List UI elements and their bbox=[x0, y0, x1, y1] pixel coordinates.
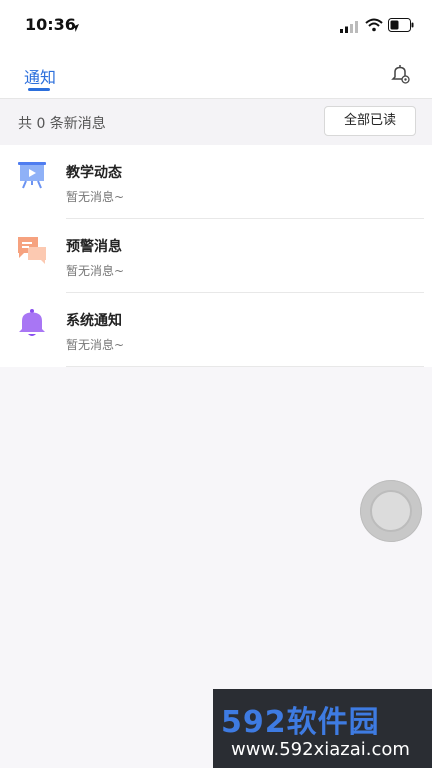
summary-bar: 共 0 条新消息 全部已读 bbox=[0, 99, 432, 145]
cellular-signal-icon bbox=[340, 18, 360, 37]
new-message-count: 共 0 条新消息 bbox=[18, 116, 106, 132]
status-time: 10:36 bbox=[25, 15, 76, 34]
wifi-icon bbox=[365, 17, 383, 36]
mark-all-read-button[interactable]: 全部已读 bbox=[324, 106, 416, 136]
chat-bubbles-icon bbox=[16, 233, 48, 265]
location-arrow-icon bbox=[70, 18, 80, 37]
tab-notice[interactable]: 通知 bbox=[24, 64, 56, 88]
header-bar: 通知 bbox=[0, 50, 432, 99]
message-category-list: 教学动态 暂无消息~ 预警消息 暂无消息~ 系统通知 暂无消息~ bbox=[0, 145, 432, 367]
notification-settings-icon[interactable] bbox=[390, 63, 412, 89]
item-subtitle: 暂无消息~ bbox=[66, 338, 125, 352]
assistive-touch-button[interactable] bbox=[360, 480, 422, 542]
status-bar: 10:36 bbox=[0, 0, 432, 50]
divider bbox=[66, 366, 424, 367]
item-subtitle: 暂无消息~ bbox=[66, 190, 125, 204]
item-subtitle: 暂无消息~ bbox=[66, 264, 125, 278]
watermark-brand: 592软件园 bbox=[221, 705, 380, 740]
item-title: 预警消息 bbox=[66, 239, 122, 255]
watermark-url: www.592xiazai.com bbox=[231, 739, 410, 760]
site-watermark: 592软件园 www.592xiazai.com bbox=[213, 689, 432, 768]
tab-active-indicator bbox=[28, 88, 50, 91]
assistive-touch-inner bbox=[370, 490, 412, 532]
battery-icon bbox=[388, 17, 414, 36]
list-item-warning-messages[interactable]: 预警消息 暂无消息~ bbox=[0, 219, 432, 293]
list-item-teaching-updates[interactable]: 教学动态 暂无消息~ bbox=[0, 145, 432, 219]
item-title: 系统通知 bbox=[66, 313, 122, 329]
presentation-board-icon bbox=[16, 159, 48, 191]
item-title: 教学动态 bbox=[66, 165, 122, 181]
list-item-system-notifications[interactable]: 系统通知 暂无消息~ bbox=[0, 293, 432, 367]
bell-icon bbox=[16, 307, 48, 339]
